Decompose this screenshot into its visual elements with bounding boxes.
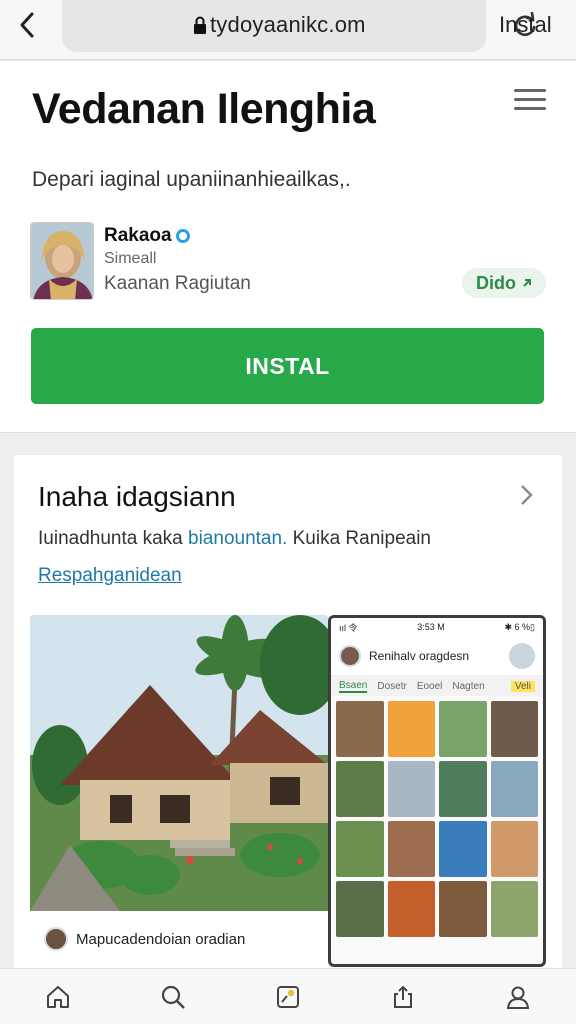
share-icon[interactable] xyxy=(383,977,423,1017)
developer-subtitle: Simeall xyxy=(104,250,157,267)
photo-tile xyxy=(387,701,435,757)
phone-photo-grid xyxy=(331,696,543,942)
info-description: Iuinadhunta kaka bianountan. Kuika Ranip… xyxy=(38,528,431,549)
phone-tab: Dosetr xyxy=(377,680,407,692)
dido-chip-label: Dido xyxy=(476,272,516,293)
photo-tile xyxy=(439,821,487,877)
house-screenshot[interactable]: Mapucadendoian oradian xyxy=(30,615,328,967)
photo-tile xyxy=(439,761,487,817)
phone-tab: Eooel xyxy=(416,680,443,692)
lock-icon xyxy=(194,16,206,34)
phone-profile-avatar xyxy=(509,642,535,669)
info-title[interactable]: Inaha idagsiann xyxy=(38,481,236,513)
developer-name: Rakaoa xyxy=(104,225,172,246)
photo-tile xyxy=(387,881,435,937)
app-category: Kaanan Ragiutan xyxy=(104,273,251,294)
phone-avatar xyxy=(339,644,361,667)
phone-tabs: Bsaen Dosetr Eooel Nagten Veli xyxy=(331,676,543,696)
photo-tile xyxy=(490,701,538,757)
apps-icon[interactable] xyxy=(268,977,308,1017)
photo-tile xyxy=(490,761,538,817)
info-card: Inaha idagsiann Iuinadhunta kaka bianoun… xyxy=(14,455,562,975)
dido-chip[interactable]: Dido xyxy=(462,268,546,298)
app-title: Vedanan Ilenghia xyxy=(32,85,376,133)
phone-tab: Veli xyxy=(510,680,535,692)
app-header-card: Vedanan Ilenghia Depari iaginal upaniina… xyxy=(0,61,576,433)
address-bar[interactable]: tydoyaanikc.om xyxy=(62,0,536,52)
photo-tile xyxy=(387,761,435,817)
phone-screenshot[interactable]: ııl 令 3:53 M ✱ 6 %▯ Renihalv oragdesn Bs… xyxy=(328,615,546,967)
developer-name-row[interactable]: Rakaoa xyxy=(104,225,190,247)
screenshot-carousel[interactable]: Mapucadendoian oradian ııl 令 3:53 M ✱ 6 … xyxy=(30,615,546,967)
photo-tile xyxy=(490,821,538,877)
photo-tile xyxy=(336,821,384,877)
chevron-right-icon[interactable] xyxy=(518,483,534,507)
developer-avatar[interactable] xyxy=(30,222,94,300)
back-button[interactable] xyxy=(12,10,42,40)
bottom-navigation xyxy=(0,968,576,1024)
caption-avatar xyxy=(44,927,68,951)
photo-tile xyxy=(336,761,384,817)
caption-text: Mapucadendoian oradian xyxy=(76,930,246,948)
photo-tile xyxy=(439,701,487,757)
install-link[interactable]: Instal xyxy=(499,12,552,38)
screenshot-caption: Mapucadendoian oradian xyxy=(30,911,328,967)
verified-icon xyxy=(175,229,190,243)
phone-header: Renihalv oragdesn xyxy=(331,636,543,676)
home-icon[interactable] xyxy=(38,977,78,1017)
url-text: tydoyaanikc.om xyxy=(210,12,366,37)
back-arrow-icon xyxy=(20,12,34,38)
arrow-up-right-icon xyxy=(523,279,531,287)
install-button[interactable]: INSTAL xyxy=(31,328,544,404)
photo-tile xyxy=(439,881,487,937)
photo-tile xyxy=(490,881,538,937)
menu-icon[interactable] xyxy=(514,89,546,115)
profile-icon[interactable] xyxy=(498,977,538,1017)
photo-tile xyxy=(336,881,384,937)
photo-tile xyxy=(336,701,384,757)
phone-tab: Nagten xyxy=(452,680,485,692)
phone-tab: Bsaen xyxy=(339,679,368,693)
phone-status-bar: ııl 令 3:53 M ✱ 6 %▯ xyxy=(331,618,543,636)
info-link[interactable]: Respahganidean xyxy=(38,565,182,587)
search-icon[interactable] xyxy=(153,977,193,1017)
photo-tile xyxy=(387,821,435,877)
app-description: Depari iaginal upaniinanhieailkas,. xyxy=(32,168,351,191)
phone-title: Renihalv oragdesn xyxy=(369,648,470,663)
browser-toolbar: tydoyaanikc.om Instal xyxy=(0,0,576,60)
